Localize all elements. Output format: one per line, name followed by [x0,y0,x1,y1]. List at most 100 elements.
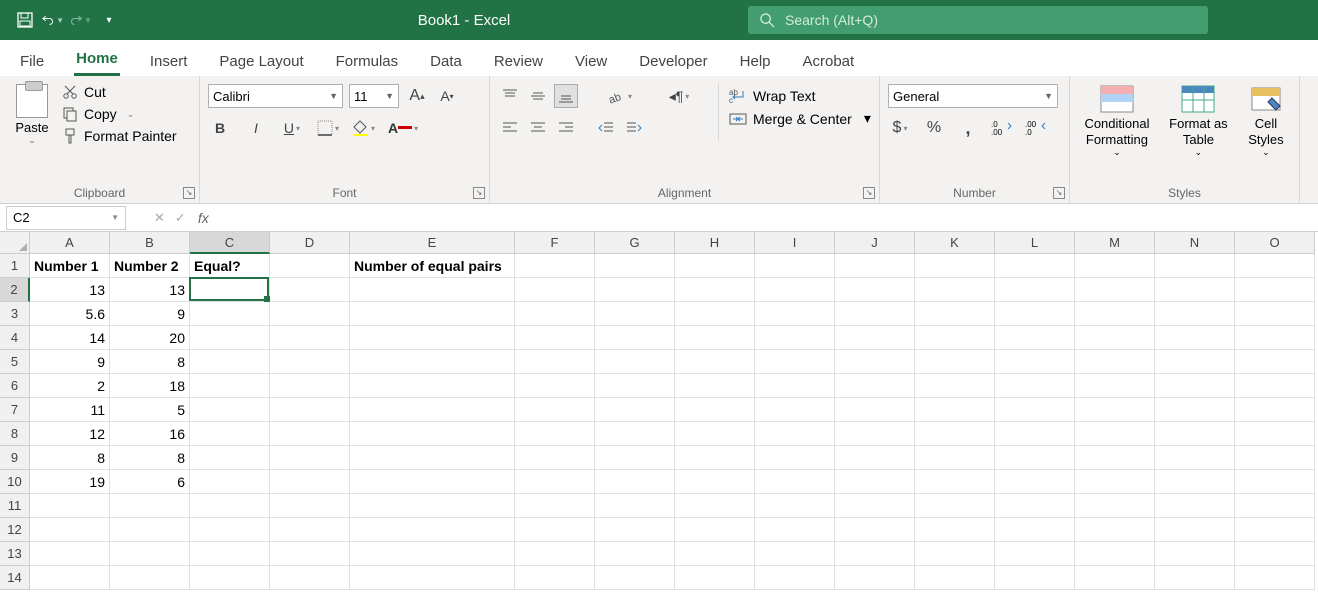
cell[interactable] [270,278,350,302]
cell[interactable] [595,470,675,494]
conditional-formatting-button[interactable]: Conditional Formatting⌄ [1078,84,1156,158]
cell[interactable] [270,398,350,422]
cell[interactable] [515,326,595,350]
cell[interactable] [835,278,915,302]
formula-input[interactable] [209,207,1318,229]
cell[interactable]: 2 [30,374,110,398]
cell[interactable] [110,494,190,518]
cell[interactable] [595,542,675,566]
cell[interactable]: 6 [110,470,190,494]
cell[interactable] [595,566,675,590]
cell[interactable] [1075,422,1155,446]
cell[interactable] [835,326,915,350]
cell[interactable] [350,326,515,350]
cell[interactable] [1075,278,1155,302]
font-color-button[interactable]: A▾ [388,116,418,140]
tab-home[interactable]: Home [74,44,120,76]
cell[interactable] [835,302,915,326]
comma-format-icon[interactable]: , [956,116,980,140]
cell[interactable] [835,494,915,518]
cell[interactable] [1235,350,1315,374]
cell[interactable] [1075,302,1155,326]
cell[interactable] [915,494,995,518]
cell[interactable] [675,494,755,518]
cell[interactable] [835,446,915,470]
decrease-decimal-icon[interactable]: .00.0 [1024,116,1048,140]
cell[interactable] [755,326,835,350]
cell[interactable] [995,278,1075,302]
cell[interactable] [1075,518,1155,542]
cell[interactable]: 13 [30,278,110,302]
cell[interactable]: 8 [30,446,110,470]
cell[interactable] [1155,374,1235,398]
increase-indent-icon[interactable] [622,116,646,140]
redo-icon[interactable]: ▼ [70,9,92,31]
cell[interactable] [835,422,915,446]
cell[interactable] [835,350,915,374]
cell[interactable] [270,518,350,542]
row-header[interactable]: 5 [0,350,30,374]
cell[interactable] [270,422,350,446]
cell[interactable] [1235,254,1315,278]
cell[interactable] [675,422,755,446]
column-header[interactable]: H [675,232,755,254]
cell[interactable] [595,374,675,398]
row-header[interactable]: 6 [0,374,30,398]
cell[interactable] [515,422,595,446]
cell[interactable] [270,302,350,326]
cell[interactable] [915,254,995,278]
cell[interactable] [675,470,755,494]
cell[interactable] [915,566,995,590]
cell[interactable] [1075,398,1155,422]
align-middle-icon[interactable] [526,84,550,108]
cell[interactable] [515,350,595,374]
cell[interactable] [675,398,755,422]
tab-formulas[interactable]: Formulas [334,47,401,76]
alignment-dialog-icon[interactable]: ↘ [863,187,875,199]
enter-formula-icon[interactable]: ✓ [175,210,186,226]
rtl-icon[interactable]: ◂¶▾ [662,84,696,108]
cell[interactable] [995,446,1075,470]
cell[interactable] [1075,566,1155,590]
cell[interactable] [675,542,755,566]
cell[interactable]: 18 [110,374,190,398]
tab-acrobat[interactable]: Acrobat [801,47,857,76]
cell[interactable] [1155,350,1235,374]
cell[interactable] [1155,326,1235,350]
save-icon[interactable] [14,9,36,31]
column-header[interactable]: D [270,232,350,254]
column-header[interactable]: E [350,232,515,254]
cell[interactable] [270,542,350,566]
cell[interactable] [755,566,835,590]
cell[interactable] [675,374,755,398]
cell[interactable] [1075,470,1155,494]
cell[interactable] [1155,398,1235,422]
cell[interactable]: 16 [110,422,190,446]
cell[interactable] [915,422,995,446]
cell[interactable] [915,542,995,566]
cell[interactable] [1075,446,1155,470]
cell[interactable] [915,470,995,494]
cell[interactable]: 9 [30,350,110,374]
fill-color-button[interactable]: ▾ [352,116,376,140]
cell[interactable] [595,254,675,278]
cell[interactable]: 11 [30,398,110,422]
cell[interactable] [675,566,755,590]
cell[interactable] [995,374,1075,398]
fx-icon[interactable]: fx [198,210,209,226]
row-header[interactable]: 8 [0,422,30,446]
row-header[interactable]: 10 [0,470,30,494]
cell[interactable] [1155,542,1235,566]
font-dialog-icon[interactable]: ↘ [473,187,485,199]
cell[interactable] [270,374,350,398]
cell[interactable] [190,446,270,470]
format-painter-button[interactable]: Format Painter [62,128,177,144]
cell[interactable] [755,518,835,542]
row-header[interactable]: 7 [0,398,30,422]
cell[interactable] [595,494,675,518]
cell[interactable] [270,254,350,278]
cell[interactable] [755,254,835,278]
cell[interactable] [1235,398,1315,422]
cell[interactable] [350,518,515,542]
cell[interactable] [1235,470,1315,494]
